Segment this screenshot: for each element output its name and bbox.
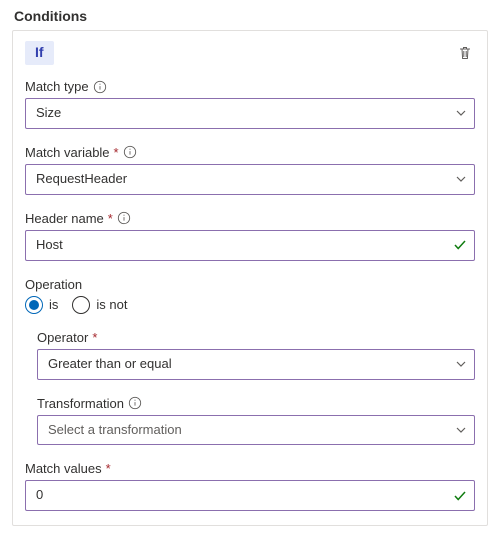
label-text: Match values — [25, 461, 102, 476]
info-icon[interactable] — [117, 211, 131, 225]
label-text: Transformation — [37, 396, 124, 411]
field-transformation: Transformation Select a transformation — [25, 396, 475, 446]
select-value: Size — [25, 98, 475, 129]
input-match-values[interactable] — [25, 480, 475, 511]
select-match-type[interactable]: Size — [25, 98, 475, 129]
select-value: Greater than or equal — [37, 349, 475, 380]
trash-icon — [457, 45, 473, 61]
condition-header: If — [25, 41, 475, 65]
field-operation: Operation is is not — [25, 277, 475, 314]
condition-card: If Match type Size — [12, 30, 488, 526]
required-asterisk: * — [106, 461, 111, 476]
input-match-values-wrapper — [25, 480, 475, 511]
field-header-name: Header name * — [25, 211, 475, 261]
required-asterisk: * — [114, 145, 119, 160]
label-text: Operator — [37, 330, 88, 345]
field-operator: Operator * Greater than or equal — [25, 330, 475, 380]
operation-radio-group: is is not — [25, 296, 475, 314]
label-match-variable: Match variable * — [25, 145, 475, 160]
condition-badge: If — [25, 41, 54, 65]
select-operator[interactable]: Greater than or equal — [37, 349, 475, 380]
input-header-name[interactable] — [25, 230, 475, 261]
required-asterisk: * — [108, 211, 113, 226]
input-header-name-wrapper — [25, 230, 475, 261]
label-text: Match variable — [25, 145, 110, 160]
select-placeholder: Select a transformation — [37, 415, 475, 446]
select-transformation[interactable]: Select a transformation — [37, 415, 475, 446]
label-text: Match type — [25, 79, 89, 94]
label-transformation: Transformation — [37, 396, 475, 411]
radio-is[interactable]: is — [25, 296, 58, 314]
radio-circle — [25, 296, 43, 314]
conditions-panel: Conditions If Match type Size — [0, 0, 500, 538]
info-icon[interactable] — [123, 145, 137, 159]
radio-label: is — [49, 297, 58, 312]
section-title: Conditions — [14, 8, 488, 24]
label-text: Operation — [25, 277, 82, 292]
required-asterisk: * — [92, 330, 97, 345]
radio-is-not[interactable]: is not — [72, 296, 127, 314]
label-operation: Operation — [25, 277, 475, 292]
label-operator: Operator * — [37, 330, 475, 345]
select-value: RequestHeader — [25, 164, 475, 195]
select-match-variable[interactable]: RequestHeader — [25, 164, 475, 195]
label-match-type: Match type — [25, 79, 475, 94]
radio-label: is not — [96, 297, 127, 312]
label-match-values: Match values * — [25, 461, 475, 476]
delete-condition-button[interactable] — [455, 43, 475, 63]
label-text: Header name — [25, 211, 104, 226]
field-match-variable: Match variable * RequestHeader — [25, 145, 475, 195]
label-header-name: Header name * — [25, 211, 475, 226]
field-match-values: Match values * — [25, 461, 475, 511]
info-icon[interactable] — [128, 396, 142, 410]
radio-circle — [72, 296, 90, 314]
info-icon[interactable] — [93, 80, 107, 94]
field-match-type: Match type Size — [25, 79, 475, 129]
